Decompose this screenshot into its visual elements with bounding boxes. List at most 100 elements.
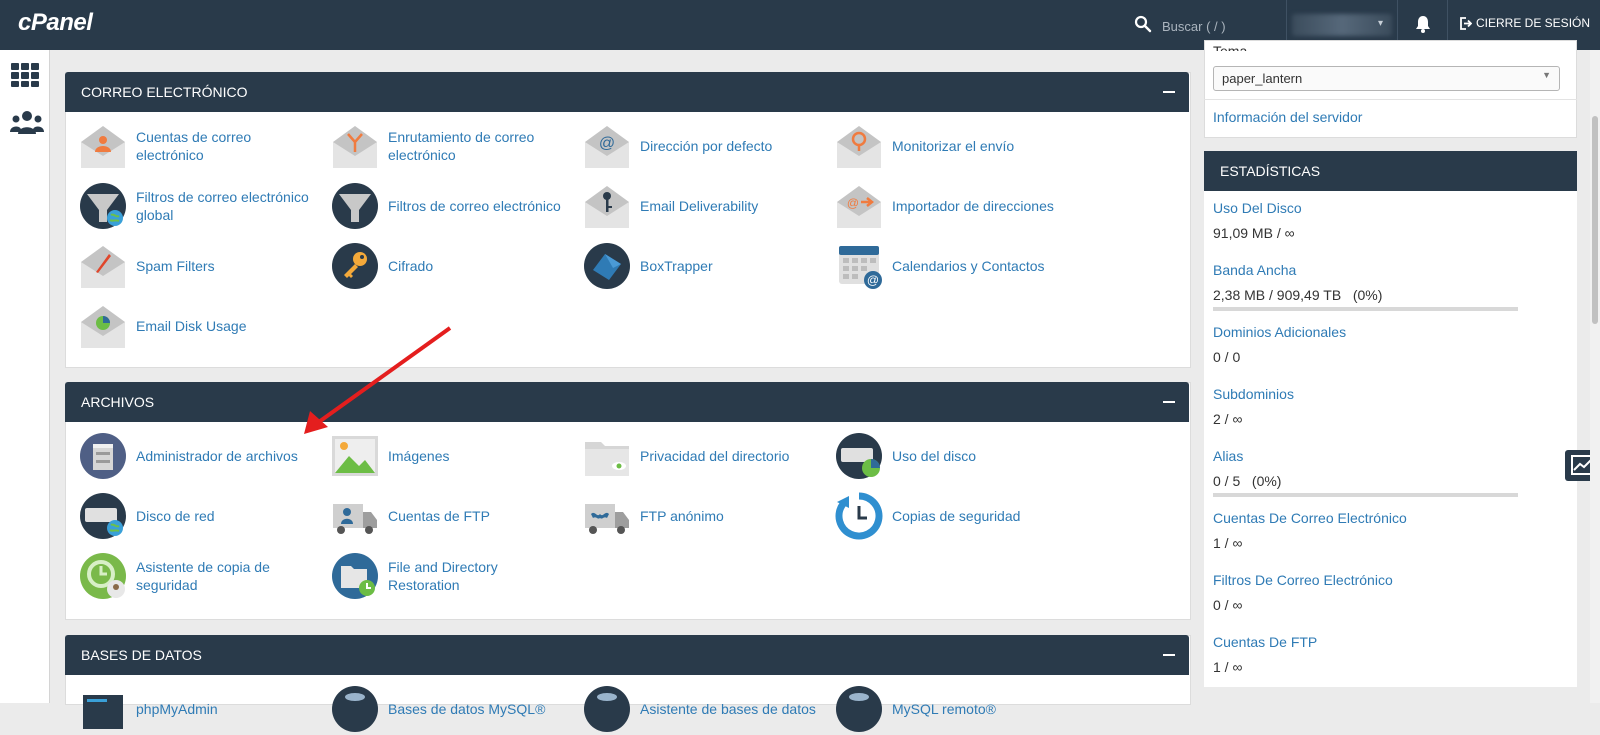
stat-name[interactable]: Subdominios [1213, 386, 1294, 402]
spam-filter-icon [81, 246, 125, 288]
server-info-link[interactable]: Información del servidor [1213, 109, 1362, 125]
stat-name[interactable]: Cuentas De FTP [1213, 634, 1317, 650]
item-label: Disco de red [136, 508, 215, 524]
default-address-link[interactable]: @ Dirección por defecto [569, 120, 817, 172]
stat-value: 1 / ∞ [1213, 535, 1243, 551]
email-filters-link[interactable]: Filtros de correo electrónico [317, 180, 565, 232]
search-icon[interactable] [1134, 15, 1152, 33]
phpmyadmin-icon [83, 695, 123, 729]
database-wizard-link[interactable]: Asistente de bases de datos [569, 683, 817, 735]
svg-text:@: @ [847, 196, 859, 210]
disk-usage-link[interactable]: Uso del disco [821, 430, 1069, 482]
calendar-icon: @ [839, 246, 882, 289]
collapse-icon[interactable] [1163, 91, 1175, 93]
encryption-link[interactable]: Cifrado [317, 240, 565, 292]
statistics-header: ESTADÍSTICAS [1204, 151, 1577, 191]
stat-value: 91,09 MB / ∞ [1213, 225, 1295, 241]
item-label: phpMyAdmin [136, 701, 218, 717]
stat-name[interactable]: Alias [1213, 448, 1243, 464]
apps-grid-icon[interactable] [10, 62, 40, 88]
user-menu-caret-icon[interactable]: ▾ [1378, 18, 1383, 29]
item-label: FTP anónimo [640, 508, 724, 524]
restoration-icon [332, 553, 378, 599]
users-icon[interactable] [10, 110, 44, 136]
notifications-bell-icon[interactable] [1413, 14, 1433, 34]
email-section-header[interactable]: CORREO ELECTRÓNICO [65, 72, 1189, 112]
stat-name[interactable]: Dominios Adicionales [1213, 324, 1346, 340]
databases-section-header[interactable]: BASES DE DATOS [65, 635, 1189, 675]
calendars-contacts-link[interactable]: @ Calendarios y Contactos [821, 240, 1069, 292]
global-filter-icon [80, 183, 126, 229]
remote-mysql-link[interactable]: MySQL remoto® [821, 683, 1069, 735]
stat-addon-domains: Dominios Adicionales 0 / 0 [1204, 315, 1577, 378]
search-input[interactable] [1160, 13, 1284, 39]
directory-privacy-icon [585, 442, 629, 476]
item-label: BoxTrapper [640, 258, 713, 274]
select-caret-icon: ▼ [1542, 70, 1551, 80]
page-scrollbar[interactable] [1590, 50, 1600, 703]
boxtrapper-icon [584, 243, 630, 289]
stat-value: 0 / ∞ [1213, 597, 1243, 613]
item-label: Cuentas de FTP [388, 508, 490, 524]
ftp-accounts-icon [333, 504, 377, 534]
global-email-filters-link[interactable]: Filtros de correo electrónico global [65, 180, 313, 232]
mysql-databases-link[interactable]: Bases de datos MySQL® [317, 683, 565, 735]
anonymous-ftp-link[interactable]: FTP anónimo [569, 490, 817, 542]
stat-name[interactable]: Banda Ancha [1213, 262, 1296, 278]
track-delivery-icon [837, 126, 881, 168]
stat-name[interactable]: Filtros De Correo Electrónico [1213, 572, 1393, 588]
backup-link[interactable]: Copias de seguridad [821, 490, 1069, 542]
logout-button[interactable]: CIERRE DE SESIÓN [1459, 16, 1590, 30]
stat-name[interactable]: Cuentas De Correo Electrónico [1213, 510, 1407, 526]
address-importer-link[interactable]: @ Importador de direcciones [821, 180, 1069, 232]
stat-name[interactable]: Uso Del Disco [1213, 200, 1302, 216]
email-routing-icon [333, 126, 377, 168]
backup-wizard-link[interactable]: Asistente de copia de seguridad [65, 550, 313, 602]
theme-select-value: paper_lantern [1222, 71, 1303, 86]
left-rail [0, 50, 50, 703]
stat-email-filters: Filtros De Correo Electrónico 0 / ∞ [1204, 563, 1577, 626]
network-disk-icon [80, 493, 126, 539]
statistics-title: ESTADÍSTICAS [1220, 163, 1321, 179]
stat-value: 1 / ∞ [1213, 659, 1243, 675]
anonymous-ftp-icon [585, 504, 629, 534]
cpanel-logo[interactable]: cPanel [18, 9, 93, 37]
item-label: Uso del disco [892, 448, 977, 464]
email-disk-usage-link[interactable]: Email Disk Usage [65, 300, 313, 352]
section-title: CORREO ELECTRÓNICO [81, 84, 248, 100]
deliverability-icon [585, 186, 629, 228]
theme-select[interactable]: paper_lantern ▼ [1213, 66, 1560, 91]
item-label: Asistente de bases de datos [640, 701, 816, 717]
file-directory-restoration-link[interactable]: File and Directory Restoration [317, 550, 565, 602]
stat-ftp-accounts: Cuentas De FTP 1 / ∞ [1204, 625, 1577, 687]
item-label: Cifrado [388, 258, 434, 274]
email-routing-link[interactable]: Enrutamiento de correo electrónico [317, 120, 565, 172]
email-disk-usage-icon [81, 306, 125, 348]
item-label: Email Deliverability [640, 198, 759, 214]
email-deliverability-link[interactable]: Email Deliverability [569, 180, 817, 232]
logout-icon [1460, 16, 1472, 30]
item-label: Asistente de copia de seguridad [136, 559, 270, 593]
svg-text:@: @ [867, 273, 879, 287]
stat-disk-usage: Uso Del Disco 91,09 MB / ∞ [1204, 191, 1577, 254]
network-disk-link[interactable]: Disco de red [65, 490, 313, 542]
file-manager-link[interactable]: Administrador de archivos [65, 430, 313, 482]
stat-value: 0 / 0 [1213, 349, 1241, 365]
track-delivery-link[interactable]: Monitorizar el envío [821, 120, 1069, 172]
spam-filters-link[interactable]: Spam Filters [65, 240, 313, 292]
item-label: Privacidad del directorio [640, 448, 790, 464]
user-menu[interactable] [1292, 14, 1392, 36]
email-accounts-icon [81, 126, 125, 168]
scrollbar-thumb[interactable] [1592, 116, 1598, 324]
database-wizard-icon [584, 686, 630, 732]
item-label: Copias de seguridad [892, 508, 1021, 524]
email-accounts-link[interactable]: Cuentas de correo electrónico [65, 120, 313, 172]
directory-privacy-link[interactable]: Privacidad del directorio [569, 430, 817, 482]
collapse-icon[interactable] [1163, 401, 1175, 403]
files-section-header[interactable]: ARCHIVOS [65, 382, 1189, 422]
collapse-icon[interactable] [1163, 654, 1175, 656]
theme-label: Tema [1213, 43, 1248, 51]
phpmyadmin-link[interactable]: phpMyAdmin [65, 683, 313, 735]
ftp-accounts-link[interactable]: Cuentas de FTP [317, 490, 565, 542]
boxtrapper-link[interactable]: BoxTrapper [569, 240, 817, 292]
